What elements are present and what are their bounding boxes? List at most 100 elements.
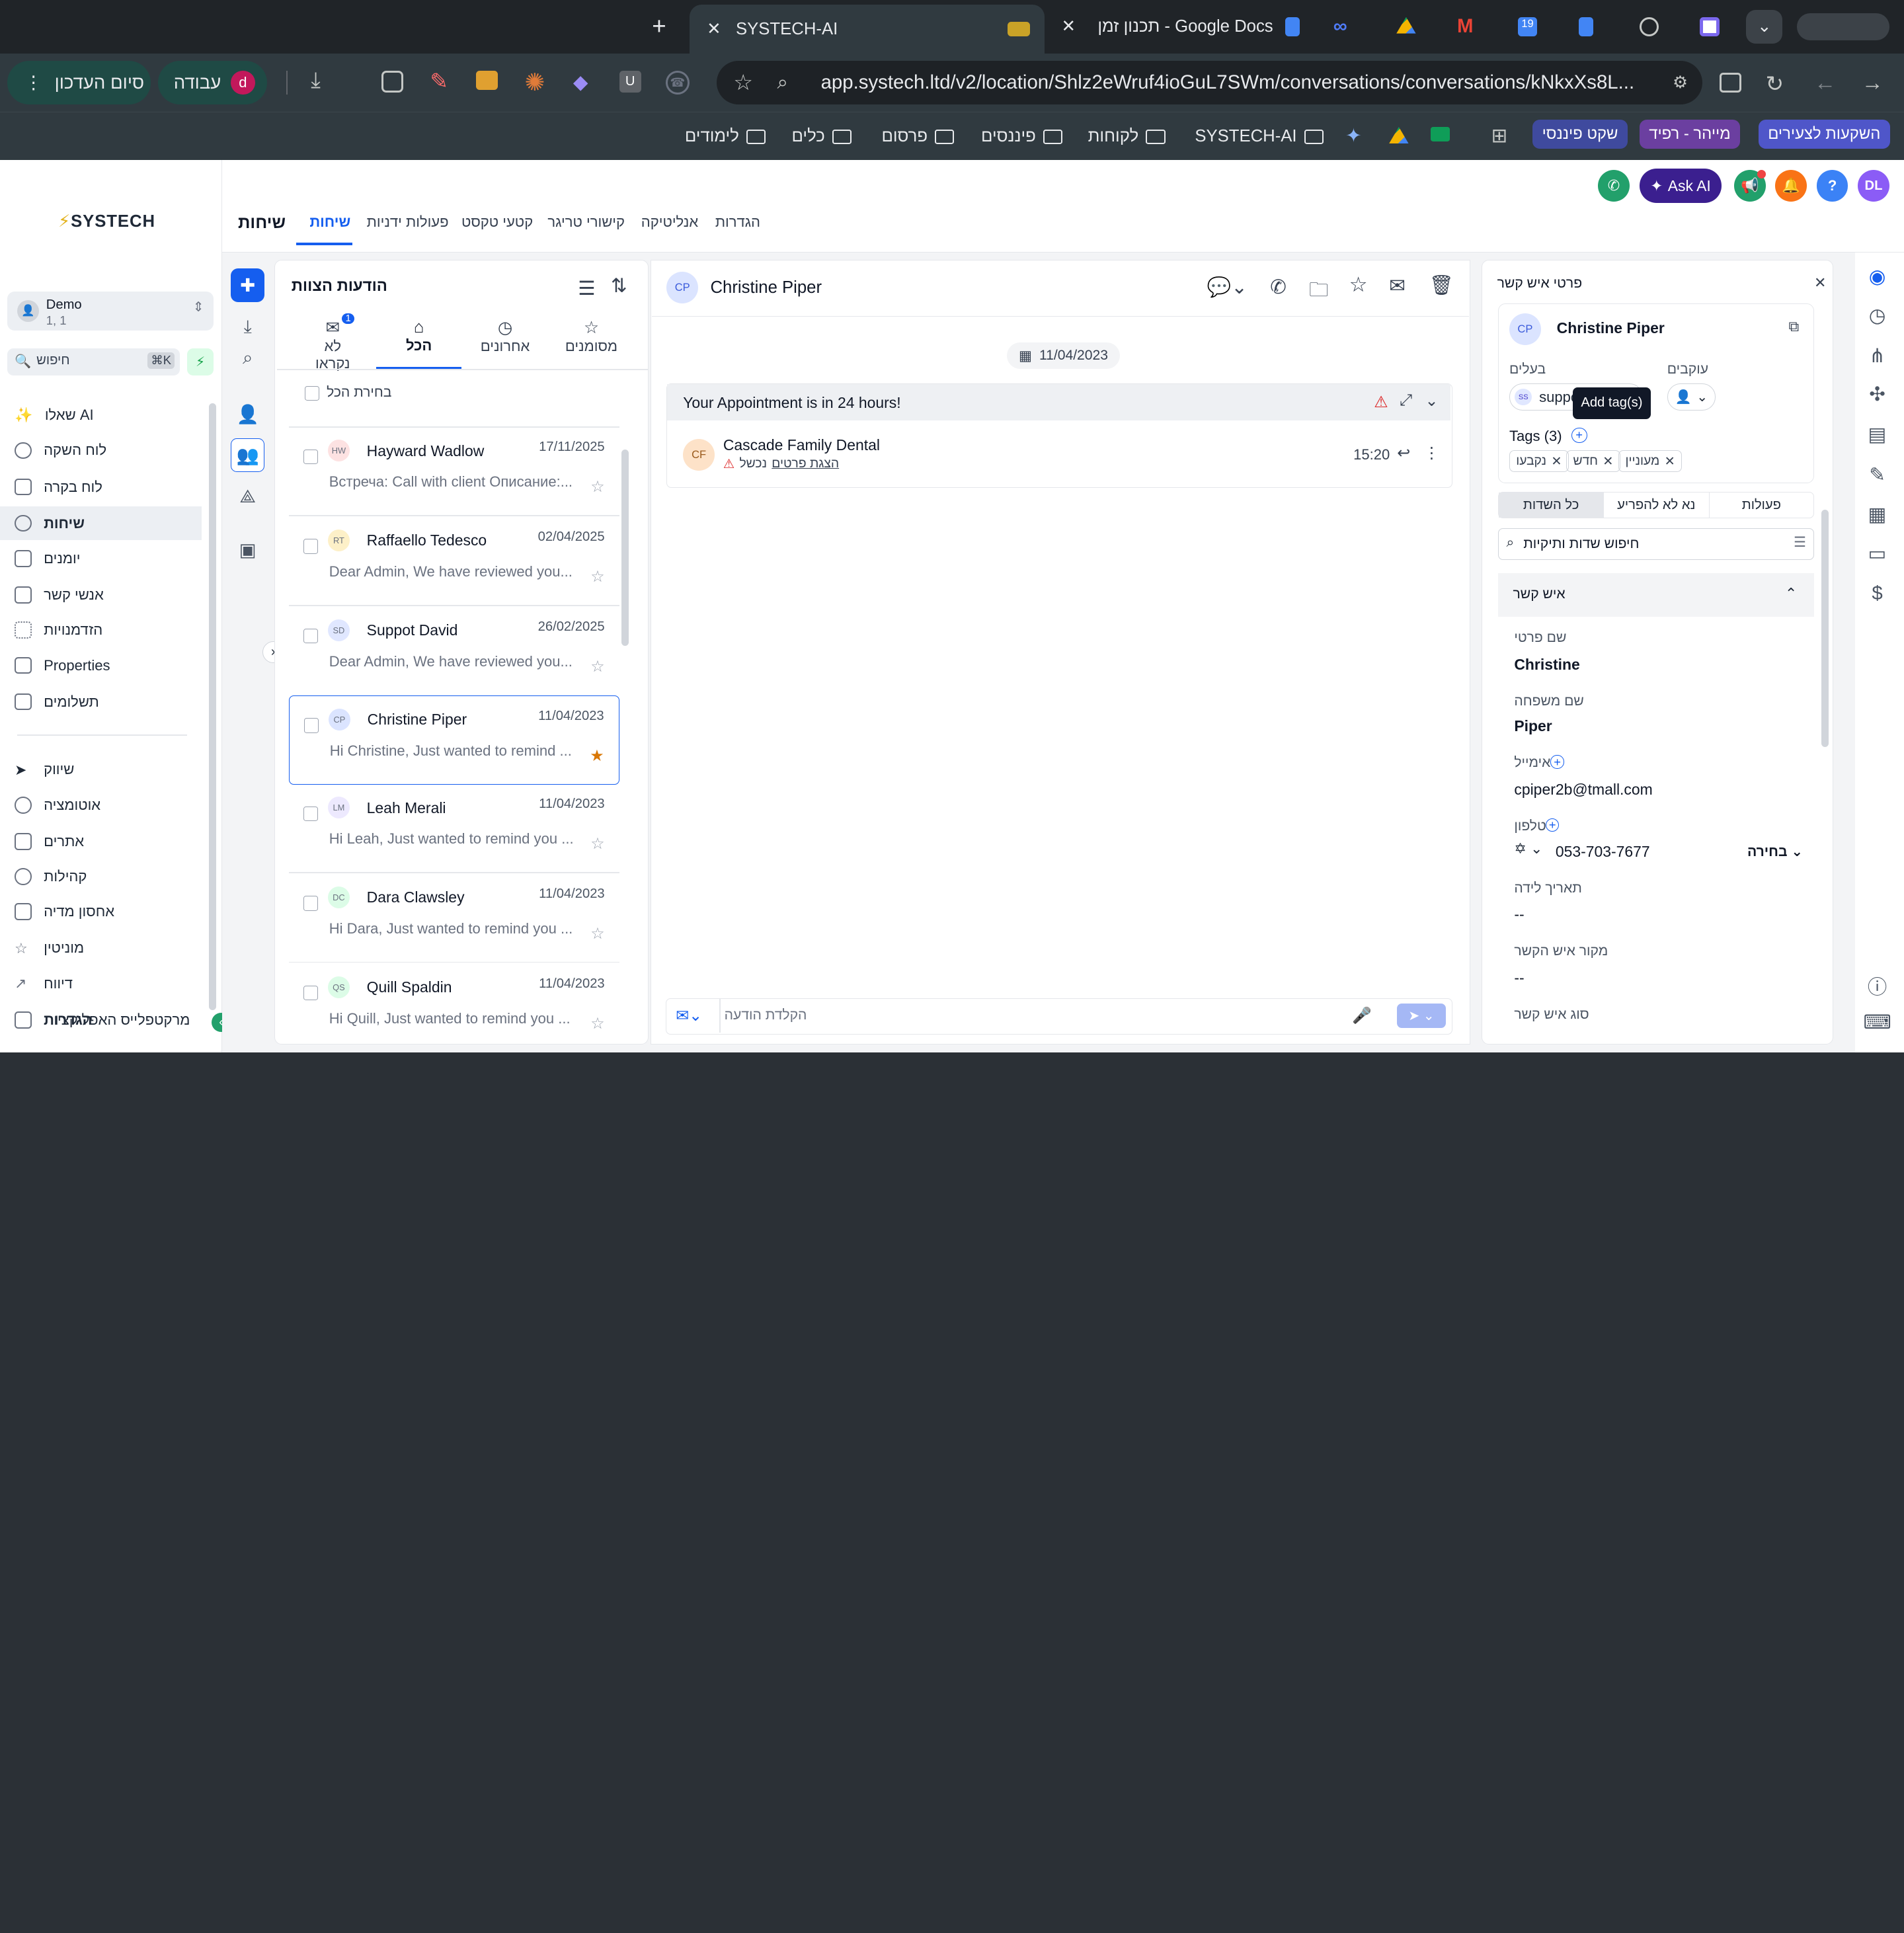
row-checkbox[interactable] <box>303 986 319 1001</box>
person-icon[interactable]: 👤 <box>231 397 264 431</box>
add-email-button[interactable]: + <box>1550 755 1564 769</box>
send-button[interactable]: ➤ ⌄ <box>1397 1004 1446 1028</box>
bookmark-folder-systech[interactable]: SYSTECH-AI <box>1195 122 1324 151</box>
sidebar-item-conversations[interactable]: שיחות <box>15 508 209 539</box>
close-icon[interactable]: ✕ <box>704 19 723 39</box>
tab-trigger-links[interactable]: קישורי טריגר <box>547 214 625 231</box>
account-switcher[interactable]: 👤 Demo 1, 1 ⇕ <box>7 291 214 331</box>
tag-chip[interactable]: חדש ✕ <box>1566 450 1620 473</box>
conversation-row-selected[interactable]: CP Christine Piper 11/04/2023 Hi Christi… <box>289 695 619 785</box>
sidebar-item-sites[interactable]: אתרים <box>15 826 209 857</box>
downloads-icon[interactable]: ⤓ <box>311 68 321 93</box>
history-icon[interactable]: ◷ <box>1865 303 1889 328</box>
new-message-icon[interactable]: ✚ <box>230 268 265 303</box>
bookmark-financial-calm[interactable]: שקט פיננסי <box>1532 119 1628 149</box>
sort-icon[interactable]: ⇅ <box>611 274 627 297</box>
close-icon[interactable]: ✕ <box>1603 454 1613 469</box>
field-last-name[interactable]: Piper <box>1514 717 1552 735</box>
tab-favicon-meta[interactable]: ∞ <box>1333 7 1347 46</box>
bookmark-folder-finance[interactable]: פיננסים <box>981 122 1063 151</box>
tab-systech[interactable]: ✕ SYSTECH-AI <box>690 5 1045 54</box>
bookmark-investments[interactable]: השקעות לצעירים <box>1758 119 1891 149</box>
tab-dnd[interactable]: נא לא להפריע <box>1603 492 1710 518</box>
expand-icon[interactable]: ⤢ <box>1400 391 1412 410</box>
tag-chip[interactable]: מעוניין ✕ <box>1618 450 1682 473</box>
list-scrollbar[interactable] <box>621 449 629 647</box>
followers-select[interactable]: 👤 ⌄ <box>1667 383 1716 411</box>
new-tab-button[interactable]: + <box>652 7 676 46</box>
tag-chip[interactable]: נקבעו ✕ <box>1509 450 1569 473</box>
dollar-icon[interactable]: $ <box>1865 582 1889 606</box>
star-icon[interactable]: ☆ <box>1349 273 1368 297</box>
edit-pen-icon[interactable]: ✎ <box>1865 463 1889 487</box>
network-icon[interactable]: ⟁ <box>231 479 264 513</box>
tab-all-fields[interactable]: כל השדות <box>1499 492 1603 518</box>
row-checkbox[interactable] <box>303 896 319 911</box>
sidebar-item-properties[interactable]: Properties <box>15 650 209 682</box>
tab-conversations[interactable]: שיחות <box>309 214 350 231</box>
forward-arrow-icon[interactable]: ← <box>1814 71 1836 96</box>
info-icon[interactable]: ⓘ <box>1865 974 1889 998</box>
tab-actions[interactable]: פעולות <box>1710 493 1813 518</box>
integrations-icon[interactable]: ✣ <box>1865 383 1889 407</box>
close-icon[interactable]: ✕ <box>1814 274 1826 292</box>
close-icon[interactable]: ✕ <box>1551 454 1562 469</box>
drive-icon[interactable] <box>1389 127 1409 143</box>
channel-mail-icon[interactable]: ✉⌄ <box>676 1006 702 1025</box>
sidebar-item-marketplace[interactable]: מרקטפלייס האפליקציות הגדרות <box>15 1004 209 1036</box>
tab-starred[interactable]: ☆ מסומנים <box>563 318 619 355</box>
star-icon[interactable]: ☆ <box>590 567 604 586</box>
select-all-checkbox[interactable] <box>305 386 320 401</box>
tab-favicon-docs[interactable] <box>1578 7 1593 46</box>
reply-icon[interactable]: ↩ <box>1397 444 1410 463</box>
sidebar-item-payments[interactable]: תשלומים <box>15 686 209 718</box>
folder-add-icon[interactable]: 🗀 <box>1309 276 1328 309</box>
tab-favicon-drive[interactable] <box>1396 7 1416 46</box>
site-settings-icon[interactable]: ⚙ <box>1673 73 1688 93</box>
search-icon[interactable]: ⌕ <box>231 341 264 375</box>
chevron-down-icon[interactable]: ⌄ <box>1425 391 1438 411</box>
sidebar-scrollbar[interactable] <box>208 403 216 1011</box>
help-button[interactable]: ? <box>1816 170 1848 202</box>
bookmark-folder-learning[interactable]: לימודים <box>685 122 766 151</box>
fields-search-input[interactable]: ⌕ חיפוש שדות ותיקיות ☰ <box>1498 528 1815 560</box>
tab-snippets[interactable]: קטעי טקסט <box>461 214 533 231</box>
field-email[interactable]: cpiper2b@tmall.com <box>1514 781 1652 799</box>
conversation-row[interactable]: SD Suppot David 26/02/2025 Dear Admin, W… <box>289 607 619 694</box>
sidebar-item-launchpad[interactable]: לוח השקה <box>15 435 209 467</box>
field-phone[interactable]: 053-703-7677 <box>1556 843 1650 861</box>
conversation-row[interactable]: DC Dara Clawsley 11/04/2023 Hi Dara, Jus… <box>289 874 619 961</box>
row-checkbox[interactable] <box>303 806 319 821</box>
sidebar-search-input[interactable]: 🔍 חיפוש ⌘K <box>7 348 180 375</box>
message-input[interactable]: הקלדת הודעה <box>725 1007 1331 1023</box>
sidebar-item-opportunities[interactable]: הזדמנויות <box>15 614 209 646</box>
section-header[interactable]: איש קשר ⌃ <box>1498 572 1815 617</box>
conversation-row[interactable]: LM Leah Merali 11/04/2023 Hi Leah, Just … <box>289 785 619 872</box>
field-birthday[interactable]: -- <box>1514 906 1524 924</box>
tab-unread[interactable]: ✉ 1 לא נקראו <box>309 313 357 372</box>
mail-icon[interactable]: ✉ <box>1389 274 1406 297</box>
field-first-name[interactable]: Christine <box>1514 656 1579 674</box>
tab-favicon-gmail[interactable]: M <box>1457 7 1473 46</box>
filter-icon[interactable]: ☰ <box>1794 533 1806 551</box>
notifications-bell-icon[interactable]: 🔔 <box>1775 170 1807 202</box>
split-view-icon[interactable] <box>1719 73 1741 93</box>
bookmark-folder-clients[interactable]: לקוחות <box>1088 122 1166 151</box>
bookmark-folder-tools[interactable]: כלים <box>792 122 852 151</box>
close-icon[interactable]: ✕ <box>1665 454 1675 469</box>
sidebar-item-communities[interactable]: קהילות <box>15 861 209 892</box>
sidebar-item-automation[interactable]: אוטומציה <box>15 789 209 821</box>
star-icon[interactable]: ☆ <box>590 1014 604 1033</box>
country-select[interactable]: ✡ ⌄ <box>1514 840 1542 857</box>
extension-pen-icon[interactable]: ✎ <box>430 68 448 95</box>
conversation-row[interactable]: RT Raffaello Tedesco 02/04/2025 Dear Adm… <box>289 517 619 604</box>
finish-update-button[interactable]: ⋮ סיום העדכון <box>7 60 151 104</box>
phone-extension-icon[interactable]: ☎ <box>665 70 690 95</box>
row-checkbox[interactable] <box>304 718 319 733</box>
tasks-clipboard-icon[interactable]: ▤ <box>1865 422 1889 447</box>
meet-icon[interactable] <box>1430 127 1450 142</box>
sidebar-item-marketing[interactable]: ➤ שיווק <box>15 754 209 786</box>
zoom-search-icon[interactable]: ⌕ <box>777 71 787 94</box>
star-filled-icon[interactable]: ★ <box>590 746 604 766</box>
extension-gem-icon[interactable]: ◆ <box>573 71 588 94</box>
